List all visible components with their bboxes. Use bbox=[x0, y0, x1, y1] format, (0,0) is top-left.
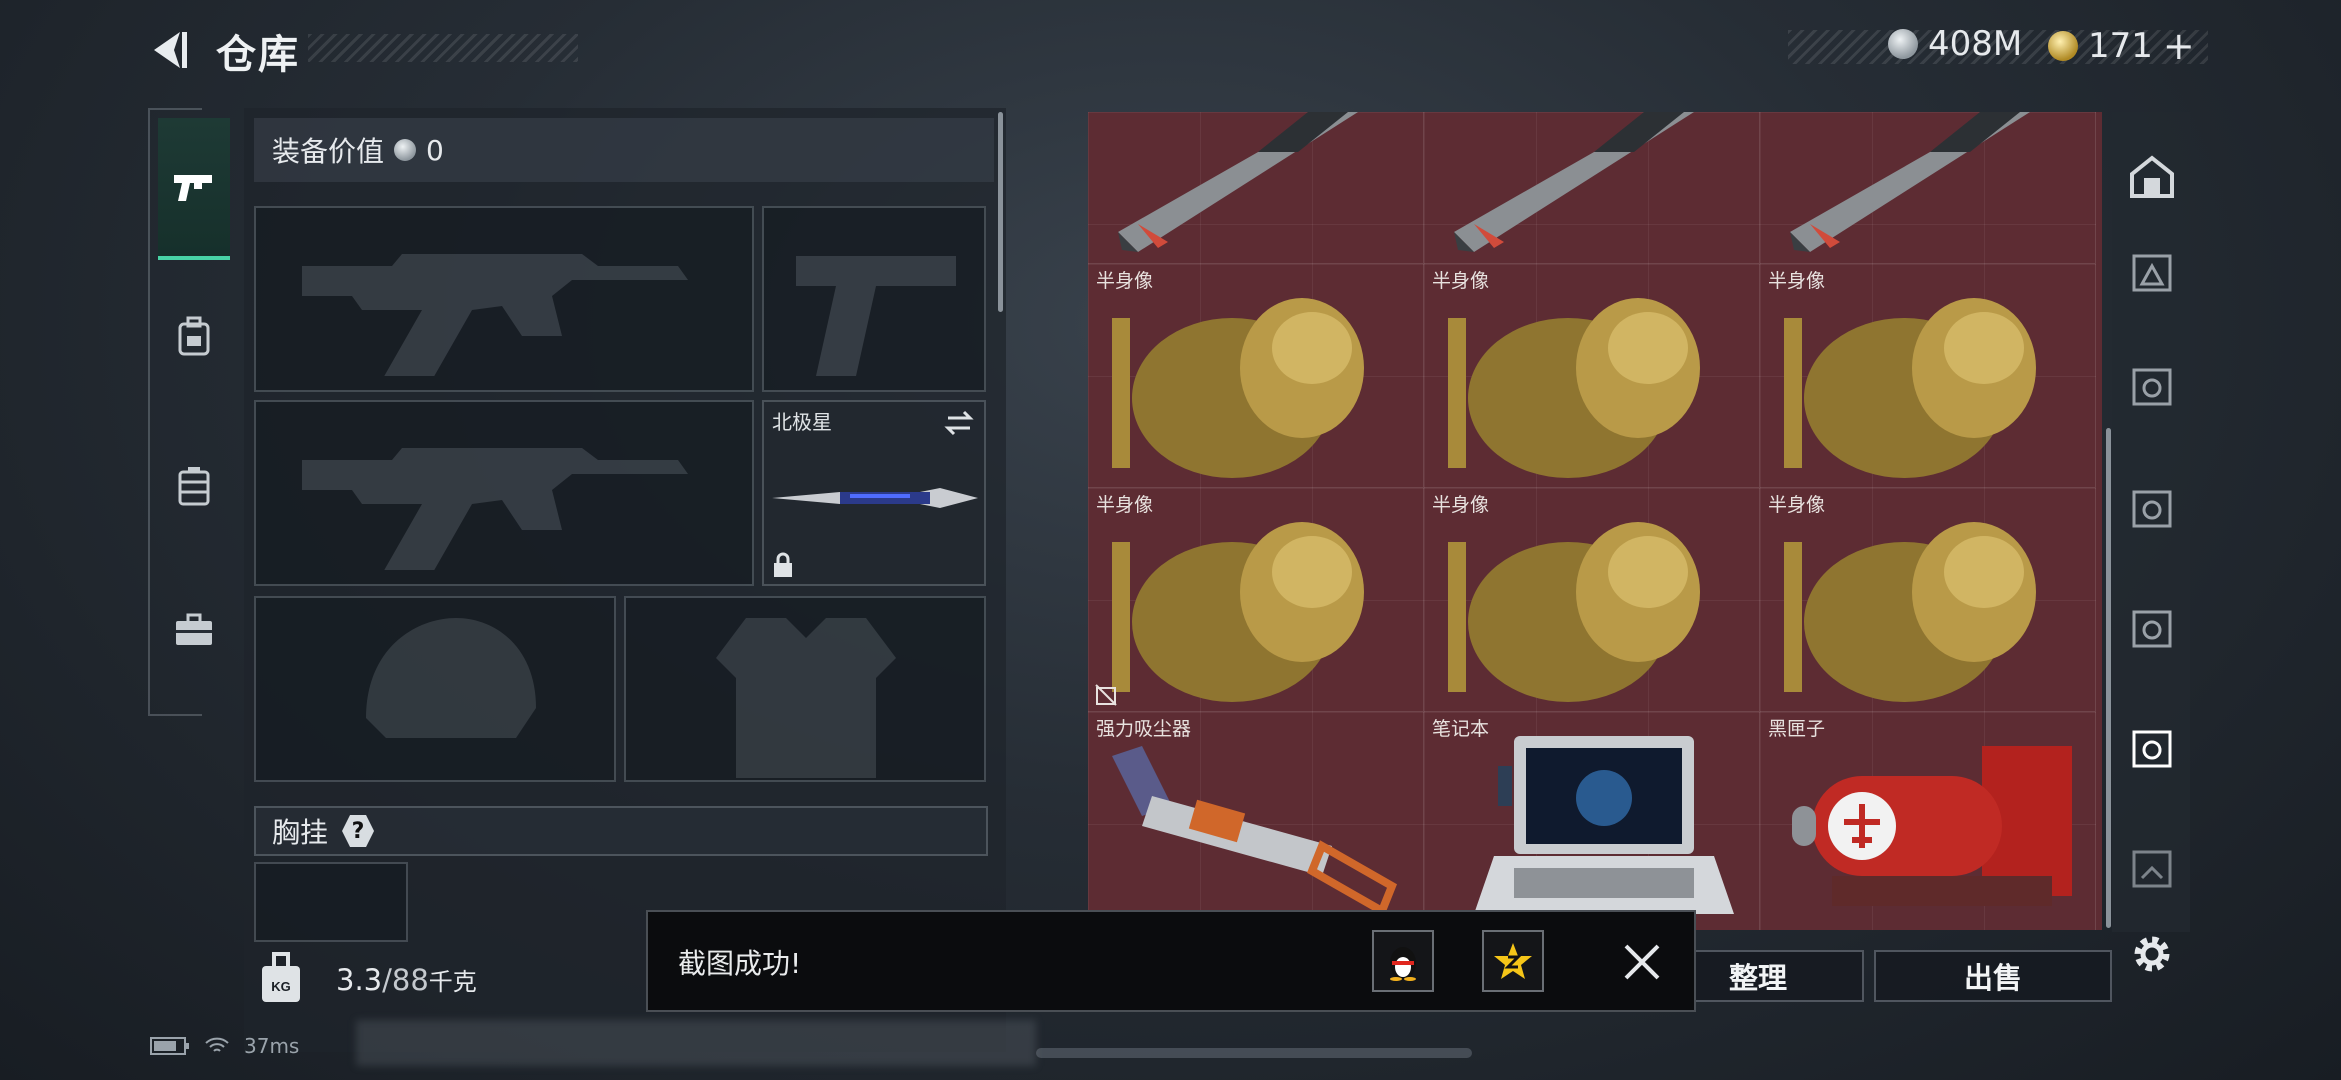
sell-button[interactable]: 出售 bbox=[1874, 950, 2112, 1002]
briefcase-icon bbox=[176, 613, 212, 645]
weight-icon-text: KG bbox=[271, 979, 291, 994]
melee-slot[interactable]: 北极星 bbox=[762, 400, 986, 586]
silver-coin-icon bbox=[1888, 29, 1918, 59]
silver-coin-icon bbox=[394, 139, 417, 161]
weight-icon: KG bbox=[262, 952, 300, 1002]
ping-value: 37ms bbox=[244, 1034, 300, 1058]
share-qzone-button[interactable] bbox=[1482, 930, 1544, 992]
bust-image bbox=[1784, 522, 2036, 702]
equipment-scrollbar[interactable] bbox=[998, 112, 1003, 312]
storage-box-icon-selected[interactable] bbox=[2128, 724, 2176, 772]
storage-box-icon[interactable] bbox=[2128, 604, 2176, 652]
storage-box-icon[interactable] bbox=[2128, 844, 2176, 892]
storage-box-icon[interactable] bbox=[2128, 362, 2176, 410]
title-decoration bbox=[308, 34, 578, 62]
armor-slot[interactable] bbox=[624, 596, 986, 782]
stash-item-bust[interactable]: 半身像 bbox=[1760, 264, 2096, 488]
missile-image bbox=[1118, 112, 1358, 252]
stash-item-bust[interactable]: 半身像 bbox=[1760, 488, 2096, 712]
no-insurance-icon bbox=[1095, 684, 1117, 706]
add-gold-button[interactable]: + bbox=[2163, 24, 2195, 68]
storage-box-icon[interactable] bbox=[2128, 248, 2176, 296]
swap-icon[interactable] bbox=[944, 410, 974, 436]
battery-icon bbox=[150, 1037, 189, 1055]
vacuum-image bbox=[1112, 746, 1398, 917]
weight-unit: 千克 bbox=[428, 968, 477, 996]
stash-item-laptop[interactable]: 笔记本 bbox=[1424, 712, 1760, 930]
back-arrow-icon[interactable] bbox=[148, 28, 192, 72]
vest-icon bbox=[178, 467, 210, 506]
stash-grid: 半身像 半身像 半身像 半身像 半身像 半身像 强力吸尘器 笔记本 黑匣子 bbox=[1088, 112, 2102, 930]
knife-icon bbox=[772, 488, 978, 508]
silver-amount: 408M bbox=[1928, 24, 2023, 64]
lock-icon bbox=[774, 552, 792, 577]
status-progress-track bbox=[1036, 1048, 1472, 1058]
chest-rig-help-icon[interactable]: ? bbox=[342, 815, 375, 847]
stash-item-missile[interactable] bbox=[1088, 112, 1424, 264]
rifle-silhouette-icon bbox=[302, 254, 688, 376]
pistol-icon bbox=[174, 175, 212, 201]
bust-image bbox=[1112, 298, 1364, 478]
helmet-slot[interactable] bbox=[254, 596, 616, 782]
stash-item-missile[interactable] bbox=[1424, 112, 1760, 264]
chest-rig-header[interactable]: 胸挂 ? bbox=[254, 806, 988, 856]
tab-case[interactable] bbox=[158, 590, 230, 670]
bust-image bbox=[1448, 298, 1700, 478]
warehouse-icon[interactable] bbox=[2128, 152, 2176, 200]
wifi-icon bbox=[205, 1037, 229, 1052]
tab-weapons[interactable] bbox=[158, 118, 230, 260]
backpack-icon bbox=[178, 316, 210, 356]
chest-rig-label: 胸挂 bbox=[272, 816, 329, 849]
storage-box-icon[interactable] bbox=[2128, 484, 2176, 532]
pistol-silhouette-icon bbox=[796, 256, 956, 376]
melee-item-name: 北极星 bbox=[772, 410, 832, 434]
equipment-value: 0 bbox=[426, 133, 444, 167]
silver-currency[interactable]: 408M bbox=[1888, 24, 2022, 64]
secondary-weapon-slot[interactable] bbox=[254, 400, 754, 586]
status-blur bbox=[356, 1020, 1036, 1066]
rifle-silhouette-icon bbox=[302, 448, 688, 570]
stash-item-bust[interactable]: 半身像 bbox=[1424, 488, 1760, 712]
star-icon bbox=[1494, 943, 1532, 979]
tab-vest[interactable] bbox=[158, 446, 230, 526]
screenshot-toast: 截图成功! bbox=[646, 910, 1696, 1012]
equipment-value-bar: 装备价值 0 bbox=[254, 118, 994, 182]
gear-icon[interactable] bbox=[2130, 932, 2174, 976]
chest-rig-slot[interactable] bbox=[254, 862, 408, 942]
equipment-value-label: 装备价值 bbox=[272, 135, 385, 168]
close-icon[interactable] bbox=[1620, 940, 1664, 984]
stash-item-bust[interactable]: 半身像 bbox=[1088, 488, 1424, 712]
tab-backpack[interactable] bbox=[158, 296, 230, 376]
black-box-image bbox=[1792, 746, 2072, 906]
missile-image bbox=[1790, 112, 2030, 252]
helmet-silhouette-icon bbox=[366, 618, 536, 738]
bust-image bbox=[1448, 522, 1700, 702]
weight-current: 3.3 bbox=[336, 963, 383, 997]
gold-coin-icon bbox=[2048, 31, 2078, 61]
primary-weapon-slot[interactable] bbox=[254, 206, 754, 392]
stash-item-missile[interactable] bbox=[1760, 112, 2096, 264]
bust-image bbox=[1784, 298, 2036, 478]
laptop-image bbox=[1474, 736, 1734, 914]
share-qq-button[interactable] bbox=[1372, 930, 1434, 992]
weight-max: /88 bbox=[382, 963, 429, 997]
armor-silhouette-icon bbox=[716, 618, 896, 778]
bust-image bbox=[1112, 522, 1364, 702]
toast-message: 截图成功! bbox=[678, 947, 802, 980]
missile-image bbox=[1454, 112, 1694, 252]
carry-weight: 3.3/88千克 bbox=[336, 962, 477, 997]
stash-item-black-box[interactable]: 黑匣子 bbox=[1760, 712, 2096, 930]
stash-item-bust[interactable]: 半身像 bbox=[1088, 264, 1424, 488]
penguin-icon bbox=[1390, 947, 1416, 981]
gold-currency[interactable]: 171 + bbox=[2048, 24, 2195, 68]
pistol-slot[interactable] bbox=[762, 206, 986, 392]
stash-item-bust[interactable]: 半身像 bbox=[1424, 264, 1760, 488]
stash-item-vacuum[interactable]: 强力吸尘器 bbox=[1088, 712, 1424, 930]
stash-scrollbar[interactable] bbox=[2106, 428, 2111, 928]
status-bar: 37ms bbox=[150, 1034, 299, 1058]
gold-amount: 171 bbox=[2088, 26, 2153, 66]
page-title: 仓库 bbox=[216, 32, 300, 78]
